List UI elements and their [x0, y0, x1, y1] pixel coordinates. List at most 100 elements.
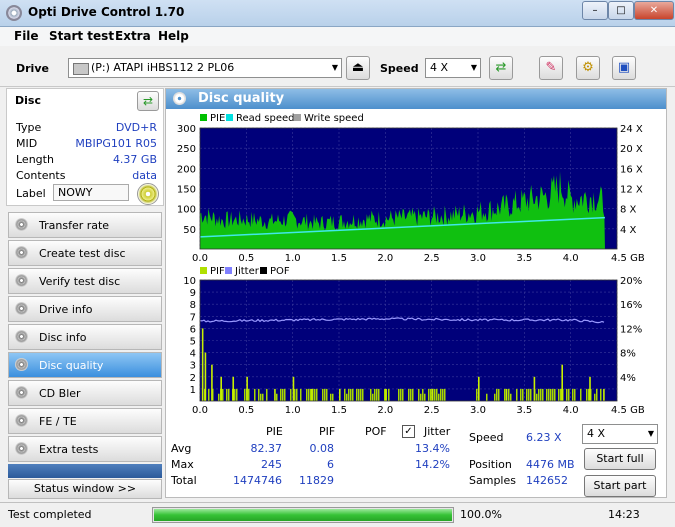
nav-label: CD Bler [39, 387, 81, 400]
speed-select[interactable]: 4 X ▼ [425, 58, 481, 78]
menu-extra[interactable]: Extra [115, 29, 151, 43]
pif-bar [370, 388, 372, 401]
pif-bar [420, 393, 422, 401]
nav-drive-info[interactable]: Drive info [8, 296, 162, 322]
legend-pof-swatch [260, 267, 267, 274]
refresh-icon: ⇄ [142, 94, 154, 108]
avg-jitter: 13.4% [415, 442, 450, 455]
nav-verify-test-disc[interactable]: Verify test disc [8, 268, 162, 294]
pif-y-tick-label: 5 [190, 337, 196, 348]
pif-bar [400, 388, 402, 401]
pif-bar [306, 388, 308, 401]
progress-bar [152, 507, 454, 523]
test-speed-select[interactable]: 4 X ▼ [582, 424, 658, 444]
pif-bar [438, 393, 440, 401]
pif-bar [201, 328, 204, 401]
pif-bar [436, 388, 438, 401]
total-label: Total [171, 474, 197, 487]
save-button[interactable]: ▣ [612, 56, 636, 80]
pif-bar [280, 388, 282, 401]
pif-bar [376, 388, 378, 401]
refresh-disc-button[interactable]: ⇄ [137, 91, 159, 111]
chevron-down-icon: ▼ [647, 429, 654, 438]
status-window-button[interactable]: Status window >> [8, 479, 162, 499]
nav-create-test-disc[interactable]: Create test disc [8, 240, 162, 266]
nav-label: Extra tests [39, 443, 99, 456]
pif-y-tick-label: 1 [190, 385, 196, 396]
pie-x-tick-label: 3.5 [516, 253, 532, 262]
pif-bar [542, 388, 544, 401]
nav-disc-quality[interactable]: Disc quality [8, 352, 162, 378]
menu-help[interactable]: Help [158, 29, 189, 43]
menu-start-test[interactable]: Start test [49, 29, 114, 43]
avg-label: Avg [171, 442, 192, 455]
menu-bar: File Start test Extra Help [0, 27, 675, 46]
drive-label: Drive [16, 62, 49, 75]
pie-x-tick-label: 3.0 [470, 253, 486, 262]
pif-bar [232, 376, 235, 401]
pif-bar [568, 388, 570, 401]
pif-y2-tick-label: 20% [620, 276, 642, 287]
pif-y-tick-label: 4 [190, 349, 196, 360]
legend-pie-swatch [200, 114, 207, 121]
minimize-button[interactable]: – [582, 1, 608, 20]
drive-select[interactable]: (P:) ATAPI iHBS112 2 PL06 ▼ [68, 58, 342, 78]
label-field[interactable]: NOWY [53, 184, 129, 201]
menu-file[interactable]: File [14, 29, 39, 43]
pif-bar [486, 393, 488, 401]
maximize-button[interactable]: □ [608, 1, 634, 20]
start-full-button[interactable]: Start full [584, 448, 656, 470]
pif-bar [308, 388, 310, 401]
pif-legend: PIF Jitter POF [200, 266, 290, 277]
legend-pif-swatch [200, 267, 207, 274]
length-value: 4.37 GB [112, 153, 157, 166]
speed-label: Speed [469, 431, 504, 444]
disc-icon [15, 414, 28, 427]
status-bar: Test completed 100.0% 14:23 [0, 502, 675, 527]
type-label: Type [16, 121, 42, 134]
pif-bar [558, 388, 560, 401]
position-label: Position [469, 458, 512, 471]
settings-button[interactable]: ⚙ [576, 56, 600, 80]
pif-bar [574, 388, 576, 401]
erase-button[interactable]: ✎ [539, 56, 563, 80]
contents-value: data [132, 169, 157, 182]
avg-pie: 82.37 [250, 442, 283, 455]
nav-cd-bler[interactable]: CD Bler [8, 380, 162, 406]
nav-transfer-rate[interactable]: Transfer rate [8, 212, 162, 238]
nav-extra-tests[interactable]: Extra tests [8, 436, 162, 462]
pif-bar [266, 388, 268, 401]
eject-button[interactable]: ⏏ [346, 56, 370, 80]
nav-disc-info[interactable]: Disc info [8, 324, 162, 350]
close-button[interactable]: ✕ [634, 1, 674, 20]
nav-label: Drive info [39, 303, 93, 316]
pie-x-tick-label: 2.0 [377, 253, 393, 262]
pif-bar [296, 388, 298, 401]
nav-label: FE / TE [39, 415, 77, 428]
pif-bar [344, 388, 346, 401]
pif-bar [385, 388, 387, 401]
disc-icon [15, 218, 28, 231]
pif-bar [434, 388, 436, 401]
pie-y2-tick-label: 20 X [620, 144, 643, 155]
disc-icon [15, 442, 28, 455]
pif-x-tick-label: 2.5 [424, 405, 440, 415]
nav-fe-te[interactable]: FE / TE [8, 408, 162, 434]
pie-legend: PIE Read speed Write speed [200, 113, 364, 124]
legend-jitter-swatch [225, 267, 232, 274]
pif-bar [550, 388, 552, 401]
pif-bar [504, 388, 506, 401]
pif-bar [540, 388, 542, 401]
disc-label-icon[interactable] [137, 183, 159, 205]
pif-bar [533, 376, 536, 401]
pif-bar [316, 388, 318, 401]
pie-y-tick-label: 200 [177, 164, 196, 175]
pif-y2-tick-label: 12% [620, 324, 642, 335]
pif-x-tick-label: 3.0 [470, 405, 486, 415]
jitter-checkbox[interactable]: ✓ [402, 425, 415, 438]
avg-pif: 0.08 [309, 442, 335, 455]
pif-bar [282, 388, 284, 401]
status-time: 14:23 [608, 508, 640, 521]
start-part-button[interactable]: Start part [584, 475, 656, 497]
refresh-speed-button[interactable]: ⇄ [489, 56, 513, 80]
